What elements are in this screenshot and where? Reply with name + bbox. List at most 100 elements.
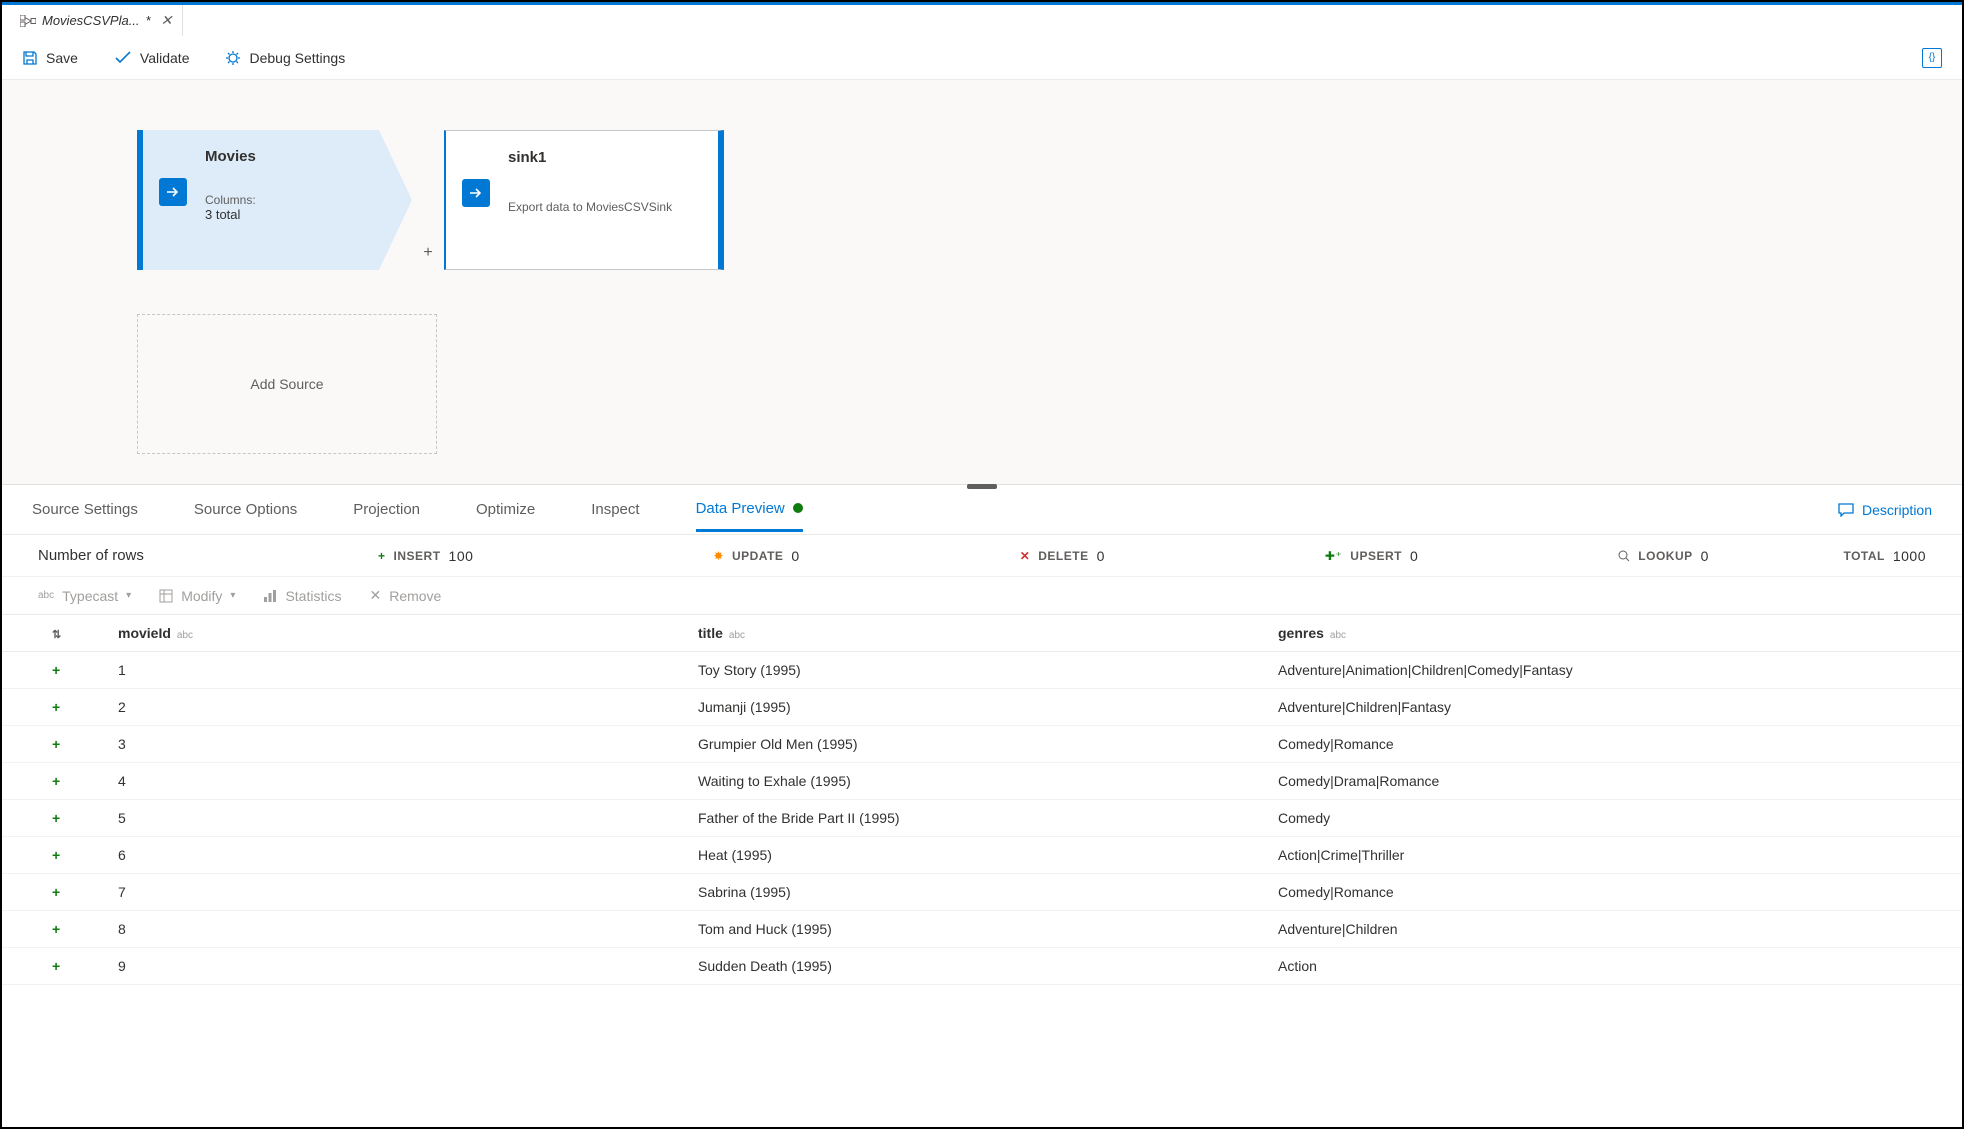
check-icon bbox=[114, 51, 132, 65]
cell-title: Tom and Huck (1995) bbox=[682, 911, 1262, 948]
cell-movieid: 1 bbox=[102, 652, 682, 689]
row-insert-icon[interactable]: + bbox=[52, 810, 60, 826]
cell-title: Heat (1995) bbox=[682, 837, 1262, 874]
cell-movieid: 5 bbox=[102, 800, 682, 837]
dataflow-icon bbox=[20, 15, 36, 27]
cell-genres: Comedy|Romance bbox=[1262, 874, 1962, 911]
upsert-icon: ✚⁺ bbox=[1325, 549, 1342, 563]
comment-icon bbox=[1838, 503, 1854, 517]
source-node-movies[interactable]: Movies Columns: 3 total bbox=[137, 130, 412, 270]
stats-row: Number of rows + INSERT 100 ✸ UPDATE 0 ✕… bbox=[2, 535, 1962, 576]
table-row[interactable]: +3Grumpier Old Men (1995)Comedy|Romance bbox=[2, 726, 1962, 763]
debug-icon bbox=[225, 50, 241, 66]
statistics-button[interactable]: Statistics bbox=[263, 588, 341, 604]
stat-upsert: ✚⁺ UPSERT 0 bbox=[1325, 548, 1418, 564]
debug-settings-button[interactable]: Debug Settings bbox=[225, 50, 345, 66]
source-columns-count: 3 total bbox=[205, 207, 396, 222]
grid-toolbar: abc Typecast ▾ Modify ▾ Statistics ✕ Rem… bbox=[2, 576, 1962, 614]
remove-button[interactable]: ✕ Remove bbox=[369, 587, 441, 604]
close-icon[interactable]: ✕ bbox=[161, 12, 173, 29]
tab-source-settings[interactable]: Source Settings bbox=[32, 489, 138, 530]
tab-projection[interactable]: Projection bbox=[353, 489, 420, 530]
resize-handle[interactable] bbox=[967, 484, 997, 489]
add-source-button[interactable]: Add Source bbox=[137, 314, 437, 454]
save-button[interactable]: Save bbox=[22, 50, 78, 66]
row-insert-icon[interactable]: + bbox=[52, 884, 60, 900]
cell-title: Toy Story (1995) bbox=[682, 652, 1262, 689]
tab-dirty: * bbox=[146, 13, 151, 28]
source-columns-label: Columns: bbox=[205, 193, 396, 207]
status-dot-icon bbox=[793, 503, 803, 513]
col-movieid[interactable]: movieIdabc bbox=[102, 615, 682, 652]
cell-movieid: 3 bbox=[102, 726, 682, 763]
x-icon: ✕ bbox=[1020, 549, 1031, 563]
chart-icon bbox=[263, 589, 277, 603]
code-toggle-button[interactable]: {} bbox=[1922, 48, 1942, 68]
cell-genres: Adventure|Animation|Children|Comedy|Fant… bbox=[1262, 652, 1962, 689]
cell-title: Grumpier Old Men (1995) bbox=[682, 726, 1262, 763]
sink-node-desc: Export data to MoviesCSVSink bbox=[508, 200, 672, 214]
cell-title: Waiting to Exhale (1995) bbox=[682, 763, 1262, 800]
table-row[interactable]: +7Sabrina (1995)Comedy|Romance bbox=[2, 874, 1962, 911]
cell-movieid: 4 bbox=[102, 763, 682, 800]
sink-node-sink1[interactable]: sink1 Export data to MoviesCSVSink bbox=[444, 130, 724, 270]
cell-genres: Comedy|Romance bbox=[1262, 726, 1962, 763]
toolbar: Save Validate Debug Settings {} bbox=[2, 36, 1962, 80]
row-insert-icon[interactable]: + bbox=[52, 847, 60, 863]
row-insert-icon[interactable]: + bbox=[52, 773, 60, 789]
table-row[interactable]: +9Sudden Death (1995)Action bbox=[2, 948, 1962, 985]
typecast-button[interactable]: abc Typecast ▾ bbox=[38, 588, 131, 604]
col-title[interactable]: titleabc bbox=[682, 615, 1262, 652]
rows-label: Number of rows bbox=[38, 547, 378, 564]
cell-genres: Comedy|Drama|Romance bbox=[1262, 763, 1962, 800]
row-insert-icon[interactable]: + bbox=[52, 699, 60, 715]
tab-optimize[interactable]: Optimize bbox=[476, 489, 535, 530]
cell-movieid: 2 bbox=[102, 689, 682, 726]
cell-movieid: 9 bbox=[102, 948, 682, 985]
cell-genres: Adventure|Children|Fantasy bbox=[1262, 689, 1962, 726]
cell-movieid: 7 bbox=[102, 874, 682, 911]
modify-button[interactable]: Modify ▾ bbox=[159, 588, 235, 604]
row-insert-icon[interactable]: + bbox=[52, 958, 60, 974]
tab-inspect[interactable]: Inspect bbox=[591, 489, 639, 530]
validate-button[interactable]: Validate bbox=[114, 50, 190, 66]
cell-genres: Adventure|Children bbox=[1262, 911, 1962, 948]
cell-genres: Action bbox=[1262, 948, 1962, 985]
sort-icon: ⇅ bbox=[52, 629, 61, 641]
row-insert-icon[interactable]: + bbox=[52, 662, 60, 678]
table-row[interactable]: +6Heat (1995)Action|Crime|Thriller bbox=[2, 837, 1962, 874]
cell-genres: Action|Crime|Thriller bbox=[1262, 837, 1962, 874]
tab-data-preview[interactable]: Data Preview bbox=[696, 488, 803, 532]
col-sort[interactable]: ⇅ bbox=[2, 615, 102, 652]
stat-insert: + INSERT 100 bbox=[378, 548, 473, 564]
table-row[interactable]: +8Tom and Huck (1995)Adventure|Children bbox=[2, 911, 1962, 948]
table-row[interactable]: +1Toy Story (1995)Adventure|Animation|Ch… bbox=[2, 652, 1962, 689]
data-table: ⇅ movieIdabc titleabc genresabc +1Toy St… bbox=[2, 614, 1962, 985]
cell-genres: Comedy bbox=[1262, 800, 1962, 837]
col-genres[interactable]: genresabc bbox=[1262, 615, 1962, 652]
abc-icon: abc bbox=[38, 590, 54, 601]
stat-update: ✸ UPDATE 0 bbox=[713, 548, 799, 564]
tab-source-options[interactable]: Source Options bbox=[194, 489, 297, 530]
plus-icon: + bbox=[378, 549, 386, 563]
remove-icon: ✕ bbox=[369, 587, 381, 604]
description-button[interactable]: Description bbox=[1838, 502, 1932, 518]
stat-delete: ✕ DELETE 0 bbox=[1020, 548, 1105, 564]
cell-title: Sabrina (1995) bbox=[682, 874, 1262, 911]
stat-lookup: LOOKUP 0 bbox=[1618, 548, 1709, 564]
table-row[interactable]: +4Waiting to Exhale (1995)Comedy|Drama|R… bbox=[2, 763, 1962, 800]
table-row[interactable]: +2Jumanji (1995)Adventure|Children|Fanta… bbox=[2, 689, 1962, 726]
cell-title: Father of the Bride Part II (1995) bbox=[682, 800, 1262, 837]
table-row[interactable]: +5Father of the Bride Part II (1995)Come… bbox=[2, 800, 1962, 837]
cell-title: Sudden Death (1995) bbox=[682, 948, 1262, 985]
cell-movieid: 8 bbox=[102, 911, 682, 948]
save-icon bbox=[22, 50, 38, 66]
row-insert-icon[interactable]: + bbox=[52, 921, 60, 937]
chevron-down-icon: ▾ bbox=[126, 590, 131, 601]
modify-icon bbox=[159, 589, 173, 603]
file-tab[interactable]: MoviesCSVPla... * ✕ bbox=[10, 5, 183, 36]
sink-icon bbox=[462, 179, 490, 207]
search-icon bbox=[1618, 550, 1630, 562]
add-step-button[interactable]: + bbox=[416, 244, 440, 270]
row-insert-icon[interactable]: + bbox=[52, 736, 60, 752]
